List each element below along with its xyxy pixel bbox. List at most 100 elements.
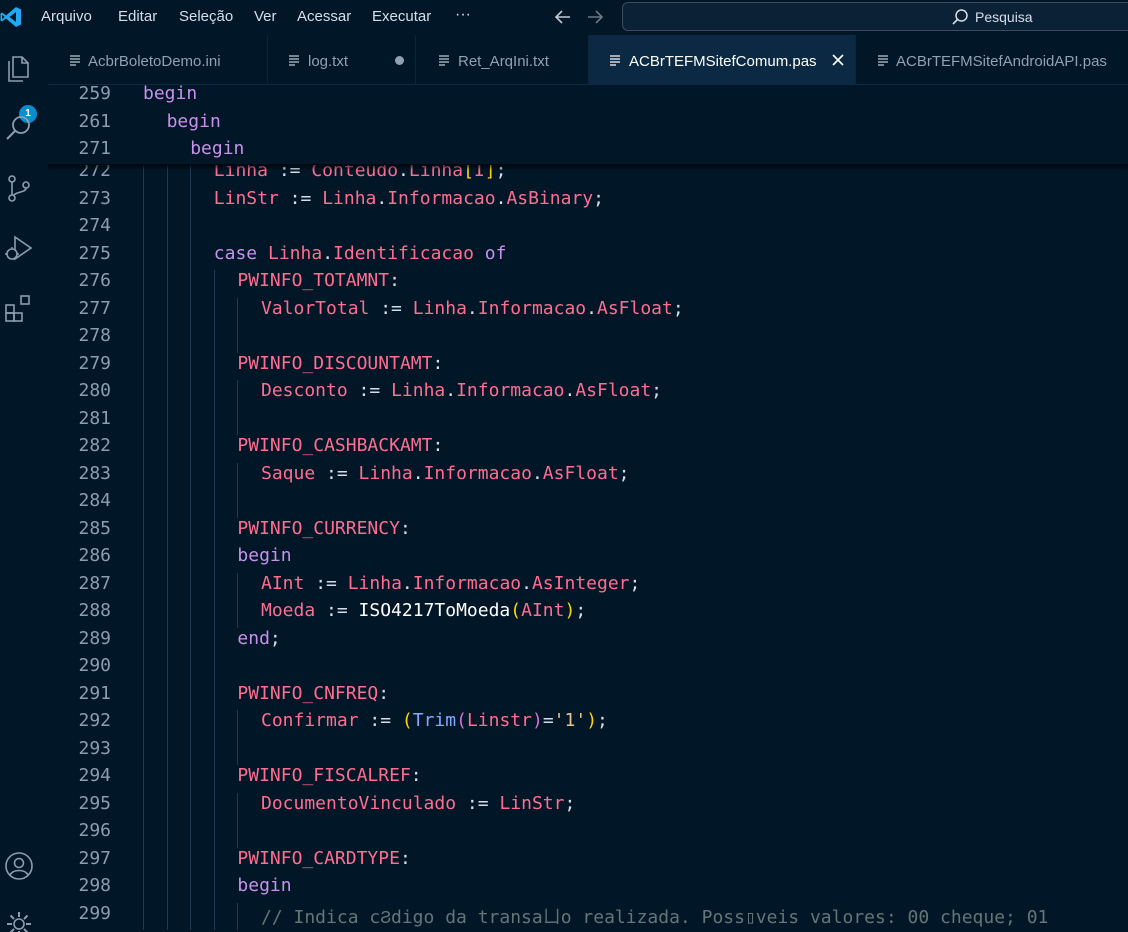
tab-acbrtefmsitefandroidapi-pas[interactable]: ACBrTEFMSitefAndroidAPI.pas	[856, 35, 1128, 85]
code-token: PWINFO_FISCALREF	[237, 765, 411, 786]
search-icon[interactable]	[4, 113, 34, 143]
code-line[interactable]: 294 PWINFO_FISCALREF:	[48, 765, 1128, 793]
code-line[interactable]: 277 ValorTotal := Linha.Informacao.AsFloa…	[48, 297, 1128, 325]
code-line[interactable]: 271 begin	[48, 138, 1128, 165]
code-line[interactable]: 280 Desconto := Linha.Informacao.AsFloat;	[48, 380, 1128, 408]
code-line[interactable]: 279 PWINFO_DISCOUNTAMT:	[48, 352, 1128, 380]
line-number: 282	[78, 435, 111, 456]
menu-arquivo[interactable]: Arquivo	[41, 8, 92, 25]
indent-guide	[166, 242, 168, 270]
menu-acessar[interactable]: Acessar	[297, 8, 351, 25]
menu-editar[interactable]: Editar	[118, 8, 157, 25]
indent-guide	[190, 215, 192, 243]
code-line[interactable]: 299 // Indica cϨdigo da transaㄩo realizad…	[48, 902, 1128, 930]
code-line[interactable]: 295 DocumentoVinculado := LinStr;	[48, 792, 1128, 820]
code-line[interactable]: 274	[48, 215, 1128, 243]
indent-guide	[166, 462, 168, 490]
tab-ret-arqini-txt[interactable]: Ret_ArqIni.txt	[416, 35, 589, 85]
code-line[interactable]: 289 end;	[48, 627, 1128, 655]
code-token: ;	[597, 710, 608, 731]
code-text: begin	[237, 875, 291, 896]
code-text: PWINFO_TOTAMNT:	[237, 270, 400, 291]
code-line[interactable]: 296	[48, 820, 1128, 848]
code-token: Trim	[412, 710, 457, 731]
code-token: LinStr	[499, 792, 565, 814]
code-token: case	[213, 242, 258, 264]
gear-icon[interactable]	[4, 909, 34, 932]
indent-guide	[213, 572, 215, 600]
indent-guide	[237, 792, 239, 820]
tab-acbrboletodemo-ini[interactable]: AcbrBoletoDemo.ini	[48, 35, 268, 85]
menu-ver[interactable]: Ver	[254, 8, 277, 25]
explorer-icon[interactable]	[4, 53, 34, 83]
code-token: :=	[456, 792, 500, 814]
vscode-logo-icon[interactable]	[0, 5, 22, 29]
indent-guide	[143, 655, 144, 683]
indent-guide	[143, 710, 144, 738]
code-line[interactable]: 292 Confirmar := (Trim(Linstr)='1');	[48, 710, 1128, 738]
tab-label: log.txt	[308, 53, 349, 70]
code-line[interactable]: 298 begin	[48, 875, 1128, 903]
code-line[interactable]: 286 begin	[48, 545, 1128, 573]
code-text: PWINFO_CARDTYPE:	[237, 848, 410, 869]
file-lines-icon	[878, 55, 888, 66]
tab-log-txt[interactable]: log.txt	[268, 35, 416, 85]
code-line[interactable]: 273 LinStr := Linha.Informacao.AsBinary;	[48, 187, 1128, 215]
account-icon[interactable]	[4, 851, 34, 881]
indent-guide	[190, 545, 192, 573]
code-line[interactable]: 284	[48, 490, 1128, 518]
code-line[interactable]: 276 PWINFO_TOTAMNT:	[48, 270, 1128, 298]
source-control-icon[interactable]	[4, 173, 34, 203]
indent-guide	[166, 682, 168, 710]
line-number: 297	[78, 847, 111, 869]
code-text: // Indica cϨdigo da transaㄩo realizada. …	[261, 903, 1048, 929]
menu-selecao[interactable]: Seleção	[179, 8, 233, 25]
code-line[interactable]: 290	[48, 655, 1128, 683]
indent-guide	[143, 765, 144, 793]
indent-guide	[190, 407, 192, 435]
menu-executar[interactable]: Executar	[372, 8, 431, 25]
tab-acbrtefmsitefcomum-pas[interactable]: ACBrTEFMSitefComum.pas	[589, 35, 856, 85]
indent-guide	[143, 325, 144, 353]
code-line[interactable]: 297 PWINFO_CARDTYPE:	[48, 847, 1128, 875]
code-line[interactable]: 293	[48, 737, 1128, 765]
code-line[interactable]: 275 case Linha.Identificacao of	[48, 242, 1128, 270]
code-editor[interactable]: 259 begin 261 begin 271 begin 272 Linha := Con…	[48, 85, 1128, 932]
code-line[interactable]: 261 begin	[48, 111, 1128, 138]
extensions-icon[interactable]	[4, 293, 34, 323]
line-number: 279	[78, 352, 111, 374]
code-line[interactable]: 282 PWINFO_CASHBACKAMT:	[48, 435, 1128, 463]
unsaved-dot-icon[interactable]	[395, 56, 404, 65]
code-line[interactable]: 259 begin	[48, 85, 1128, 110]
code-token: DocumentoVinculado	[261, 792, 457, 814]
code-line[interactable]: 291 PWINFO_CNFREQ:	[48, 682, 1128, 710]
code-line[interactable]: 278	[48, 325, 1128, 353]
arrow-left-icon[interactable]	[552, 6, 574, 28]
command-center-search[interactable]: Pesquisa	[622, 2, 1128, 31]
code-token: Linha	[358, 462, 413, 484]
arrow-right-icon[interactable]	[584, 6, 606, 28]
code-token: // Indica cϨdigo da transaㄩo realizada. …	[261, 906, 1049, 928]
indent-guide	[166, 600, 168, 628]
code-line[interactable]: 283 Saque := Linha.Informacao.AsFloat;	[48, 462, 1128, 490]
indent-guide	[237, 737, 239, 765]
code-token: PWINFO_TOTAMNT	[237, 270, 390, 291]
code-token: :	[410, 765, 422, 786]
code-token: ISO4217ToMoeda	[358, 600, 511, 621]
code-text: ValorTotal := Linha.Informacao.AsFloat;	[261, 298, 684, 319]
close-icon[interactable]	[830, 52, 846, 68]
code-token: (	[401, 710, 413, 731]
menu-more[interactable]: ···	[455, 6, 471, 24]
code-line[interactable]: 288 Moeda := ISO4217ToMoeda(AInt);	[48, 600, 1128, 628]
indent-guide	[190, 490, 192, 518]
run-debug-icon[interactable]	[4, 233, 34, 263]
code-line[interactable]: 287 AInt := Linha.Informacao.AsInteger;	[48, 572, 1128, 600]
code-token: PWINFO_CASHBACKAMT	[237, 435, 433, 456]
indent-guide	[213, 847, 215, 875]
code-line[interactable]: 285 PWINFO_CURRENCY:	[48, 517, 1128, 545]
indent-guide	[143, 627, 144, 655]
indent-guide	[190, 517, 192, 545]
sticky-scroll-header[interactable]: 259 begin 261 begin 271 begin	[48, 85, 1128, 165]
code-token: .	[531, 462, 543, 484]
code-line[interactable]: 281	[48, 407, 1128, 435]
